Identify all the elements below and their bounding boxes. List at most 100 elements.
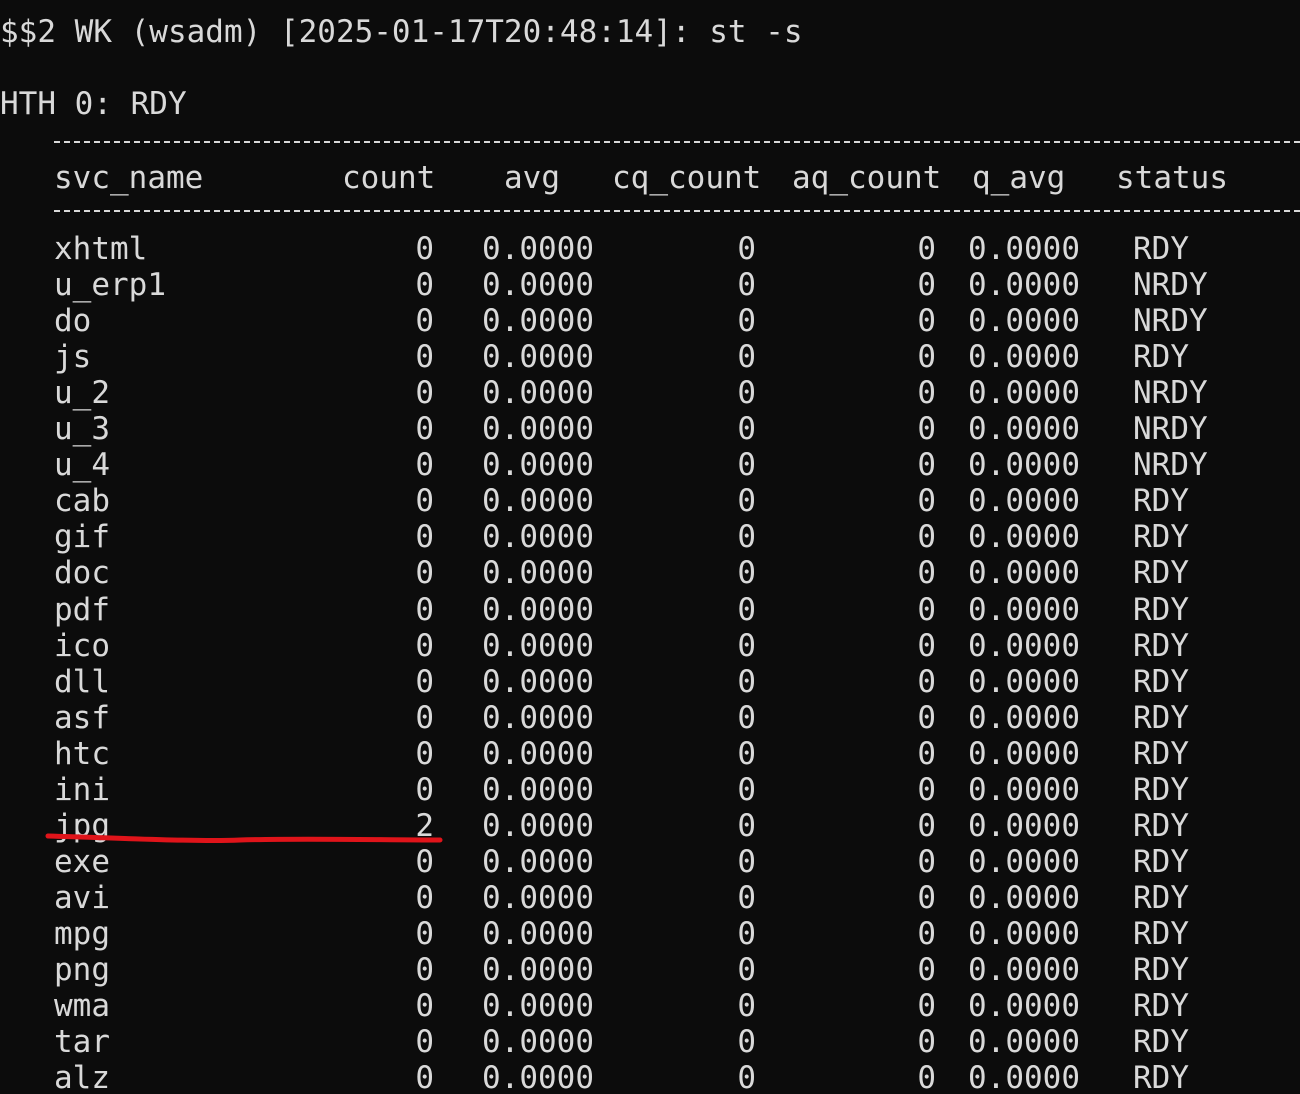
cell-avg: 0.0000 bbox=[482, 988, 594, 1024]
cell-cq-count: 0 bbox=[737, 952, 756, 988]
cell-count: 0 bbox=[415, 375, 434, 411]
cell-svc-name: u_erp1 bbox=[54, 267, 166, 303]
cell-count: 0 bbox=[415, 519, 434, 555]
cell-svc-name: ico bbox=[54, 628, 110, 664]
cell-q-avg: 0.0000 bbox=[968, 555, 1080, 591]
cell-aq-count: 0 bbox=[917, 988, 936, 1024]
cell-count: 0 bbox=[415, 988, 434, 1024]
cell-count: 0 bbox=[415, 483, 434, 519]
cell-svc-name: htc bbox=[54, 736, 110, 772]
cell-avg: 0.0000 bbox=[482, 700, 594, 736]
cell-cq-count: 0 bbox=[737, 736, 756, 772]
cell-status: RDY bbox=[1133, 880, 1189, 916]
cell-q-avg: 0.0000 bbox=[968, 519, 1080, 555]
cell-aq-count: 0 bbox=[917, 303, 936, 339]
cell-svc-name: doc bbox=[54, 555, 110, 591]
cell-aq-count: 0 bbox=[917, 664, 936, 700]
cell-q-avg: 0.0000 bbox=[968, 303, 1080, 339]
cell-q-avg: 0.0000 bbox=[968, 483, 1080, 519]
column-header-q-avg: q_avg bbox=[972, 160, 1066, 196]
cell-svc-name: ini bbox=[54, 772, 110, 808]
cell-count: 0 bbox=[415, 339, 434, 375]
cell-status: RDY bbox=[1133, 1024, 1189, 1060]
cell-status: RDY bbox=[1133, 916, 1189, 952]
cell-avg: 0.0000 bbox=[482, 1060, 594, 1094]
cell-svc-name: u_2 bbox=[54, 375, 110, 411]
cell-q-avg: 0.0000 bbox=[968, 916, 1080, 952]
cell-count: 0 bbox=[415, 303, 434, 339]
cell-status: RDY bbox=[1133, 808, 1189, 844]
cell-svc-name: pdf bbox=[54, 592, 110, 628]
cell-q-avg: 0.0000 bbox=[968, 592, 1080, 628]
cell-cq-count: 0 bbox=[737, 267, 756, 303]
cell-status: NRDY bbox=[1133, 375, 1208, 411]
cell-cq-count: 0 bbox=[737, 1024, 756, 1060]
cell-aq-count: 0 bbox=[917, 808, 936, 844]
cell-count: 0 bbox=[415, 664, 434, 700]
cell-svc-name: cab bbox=[54, 483, 110, 519]
cell-aq-count: 0 bbox=[917, 483, 936, 519]
cell-aq-count: 0 bbox=[917, 519, 936, 555]
cell-aq-count: 0 bbox=[917, 267, 936, 303]
cell-avg: 0.0000 bbox=[482, 628, 594, 664]
cell-aq-count: 0 bbox=[917, 375, 936, 411]
cell-status: RDY bbox=[1133, 700, 1189, 736]
cell-count: 0 bbox=[415, 916, 434, 952]
table-separator-bottom bbox=[54, 210, 1300, 212]
cell-q-avg: 0.0000 bbox=[968, 700, 1080, 736]
cell-count: 0 bbox=[415, 1024, 434, 1060]
cell-q-avg: 0.0000 bbox=[968, 339, 1080, 375]
cell-svc-name: gif bbox=[54, 519, 110, 555]
cell-svc-name: js bbox=[54, 339, 92, 375]
cell-q-avg: 0.0000 bbox=[968, 1024, 1080, 1060]
cell-count: 0 bbox=[415, 736, 434, 772]
cell-q-avg: 0.0000 bbox=[968, 844, 1080, 880]
cell-count: 0 bbox=[415, 700, 434, 736]
column-header-aq-count: aq_count bbox=[792, 160, 942, 196]
cell-status: NRDY bbox=[1133, 447, 1208, 483]
cell-status: NRDY bbox=[1133, 411, 1208, 447]
cell-q-avg: 0.0000 bbox=[968, 628, 1080, 664]
cell-status: RDY bbox=[1133, 988, 1189, 1024]
cell-avg: 0.0000 bbox=[482, 916, 594, 952]
cell-avg: 0.0000 bbox=[482, 664, 594, 700]
cell-cq-count: 0 bbox=[737, 483, 756, 519]
cell-cq-count: 0 bbox=[737, 844, 756, 880]
command-prompt-line: $$2 WK (wsadm) [2025-01-17T20:48:14]: st… bbox=[0, 14, 803, 50]
cell-status: RDY bbox=[1133, 339, 1189, 375]
cell-status: RDY bbox=[1133, 592, 1189, 628]
cell-count: 0 bbox=[415, 555, 434, 591]
cell-cq-count: 0 bbox=[737, 519, 756, 555]
cell-aq-count: 0 bbox=[917, 628, 936, 664]
cell-avg: 0.0000 bbox=[482, 1024, 594, 1060]
cell-avg: 0.0000 bbox=[482, 555, 594, 591]
cell-avg: 0.0000 bbox=[482, 808, 594, 844]
cell-avg: 0.0000 bbox=[482, 772, 594, 808]
cell-svc-name: jpg bbox=[54, 808, 110, 844]
cell-count: 0 bbox=[415, 411, 434, 447]
cell-status: RDY bbox=[1133, 952, 1189, 988]
cell-status: NRDY bbox=[1133, 303, 1208, 339]
cell-avg: 0.0000 bbox=[482, 411, 594, 447]
cell-svc-name: mpg bbox=[54, 916, 110, 952]
cell-avg: 0.0000 bbox=[482, 736, 594, 772]
cell-count: 0 bbox=[415, 628, 434, 664]
cell-count: 0 bbox=[415, 231, 434, 267]
cell-cq-count: 0 bbox=[737, 808, 756, 844]
cell-cq-count: 0 bbox=[737, 880, 756, 916]
cell-aq-count: 0 bbox=[917, 700, 936, 736]
cell-cq-count: 0 bbox=[737, 1060, 756, 1094]
cell-avg: 0.0000 bbox=[482, 519, 594, 555]
cell-cq-count: 0 bbox=[737, 339, 756, 375]
cell-cq-count: 0 bbox=[737, 411, 756, 447]
cell-status: RDY bbox=[1133, 555, 1189, 591]
cell-q-avg: 0.0000 bbox=[968, 664, 1080, 700]
cell-count: 0 bbox=[415, 880, 434, 916]
cell-svc-name: u_3 bbox=[54, 411, 110, 447]
cell-q-avg: 0.0000 bbox=[968, 1060, 1080, 1094]
cell-status: RDY bbox=[1133, 1060, 1189, 1094]
cell-svc-name: tar bbox=[54, 1024, 110, 1060]
cell-count: 0 bbox=[415, 447, 434, 483]
cell-count: 0 bbox=[415, 1060, 434, 1094]
cell-aq-count: 0 bbox=[917, 411, 936, 447]
